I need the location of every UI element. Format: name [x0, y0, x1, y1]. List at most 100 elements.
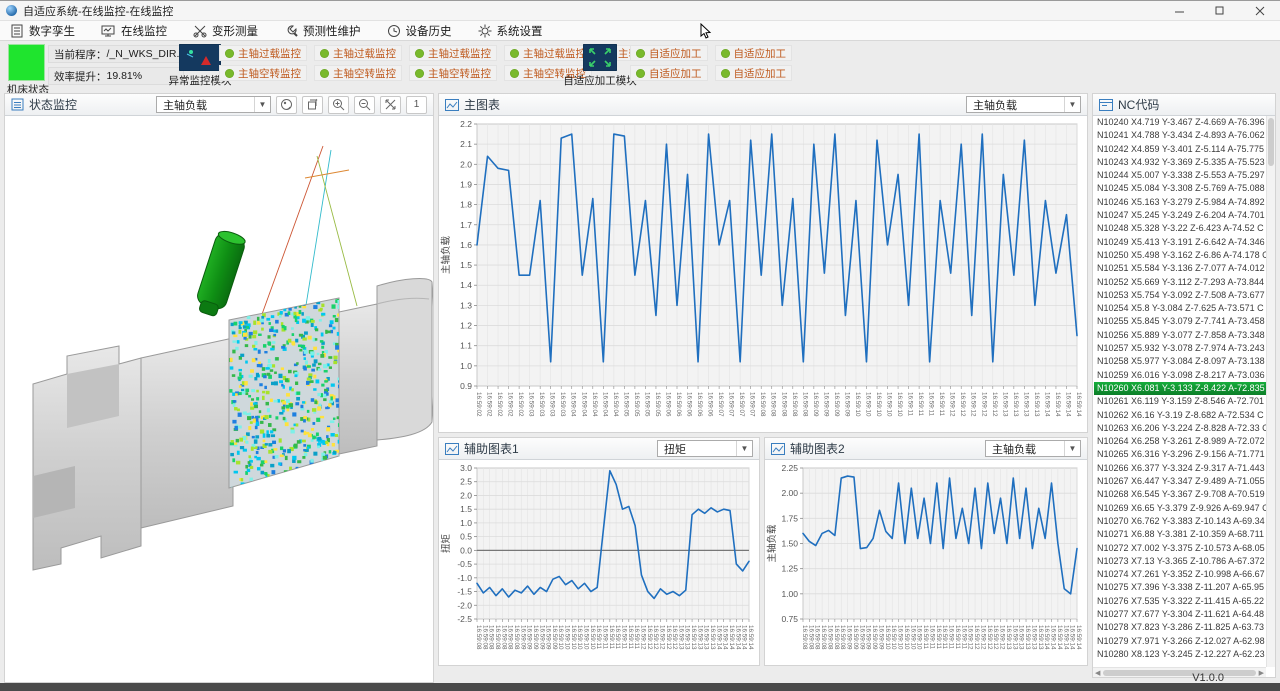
menu-online-monitor[interactable]: 在线监控	[101, 23, 167, 39]
adaptive-machining-button[interactable]: 自适应加工	[715, 65, 793, 81]
svg-text:16:59:14: 16:59:14	[734, 625, 741, 650]
svg-text:16:59:10: 16:59:10	[896, 392, 903, 417]
nc-code-line[interactable]: N10262 X6.16 Y-3.19 Z-8.682 A-72.534 C	[1094, 409, 1266, 422]
maximize-button[interactable]	[1200, 1, 1240, 21]
nc-code-line[interactable]: N10246 X5.163 Y-3.279 Z-5.984 A-74.892	[1094, 196, 1266, 209]
aux-chart1-plot[interactable]: -2.5-2.0-1.5-1.0-0.50.00.51.01.52.02.53.…	[439, 460, 759, 665]
scroll-right-arrow-icon[interactable]: ▶	[1259, 669, 1264, 677]
menu-digital-twin[interactable]: 数字孪生	[10, 23, 75, 39]
palette-button[interactable]	[276, 96, 297, 114]
machine-part-3d-view[interactable]	[5, 116, 433, 682]
nc-code-line[interactable]: N10243 X4.932 Y-3.369 Z-5.335 A-75.523	[1094, 156, 1266, 169]
minimize-button[interactable]	[1160, 1, 1200, 21]
nc-code-line[interactable]: N10277 X7.677 Y-3.304 Z-11.621 A-64.48	[1094, 608, 1266, 621]
nc-code-line[interactable]: N10272 X7.002 Y-3.375 Z-10.573 A-68.05	[1094, 542, 1266, 555]
nc-code-line[interactable]: N10261 X6.119 Y-3.159 Z-8.546 A-72.701	[1094, 395, 1266, 408]
nc-code-line[interactable]: N10251 X5.584 Y-3.136 Z-7.077 A-74.012	[1094, 262, 1266, 275]
nc-code-line[interactable]: N10266 X6.377 Y-3.324 Z-9.317 A-71.443	[1094, 462, 1266, 475]
view-signal-dropdown[interactable]: 主轴负载▼	[156, 96, 271, 113]
zoom-out-button[interactable]	[354, 96, 375, 114]
nc-code-line[interactable]: N10249 X5.413 Y-3.191 Z-6.642 A-74.346	[1094, 236, 1266, 249]
svg-text:16:59:08: 16:59:08	[507, 625, 514, 650]
nc-code-line[interactable]: N10241 X4.788 Y-3.434 Z-4.893 A-76.062	[1094, 129, 1266, 142]
fit-view-button[interactable]	[380, 96, 401, 114]
nc-code-line[interactable]: N10242 X4.859 Y-3.401 Z-5.114 A-75.775	[1094, 143, 1266, 156]
nc-code-line[interactable]: N10250 X5.498 Y-3.162 Z-6.86 A-74.178 C	[1094, 249, 1266, 262]
nc-code-line[interactable]: N10255 X5.845 Y-3.079 Z-7.741 A-73.458	[1094, 315, 1266, 328]
nc-code-line[interactable]: N10244 X5.007 Y-3.338 Z-5.553 A-75.297	[1094, 169, 1266, 182]
nc-code-line[interactable]: N10258 X5.977 Y-3.084 Z-8.097 A-73.138	[1094, 355, 1266, 368]
nc-code-line[interactable]: N10269 X6.65 Y-3.379 Z-9.926 A-69.947 C	[1094, 502, 1266, 515]
line-chart-icon	[445, 99, 459, 111]
nc-code-line[interactable]: N10254 X5.8 Y-3.084 Z-7.625 A-73.571 C	[1094, 302, 1266, 315]
nc-code-line[interactable]: N10276 X7.535 Y-3.322 Z-11.415 A-65.22	[1094, 595, 1266, 608]
adaptive-machining-button[interactable]: 自适应加工	[630, 45, 708, 61]
workpiece-3d-model	[33, 279, 433, 570]
spindle-idle-monitor-button[interactable]: 主轴空转监控	[219, 65, 307, 81]
svg-text:16:59:03: 16:59:03	[559, 392, 566, 417]
nc-code-line[interactable]: N10278 X7.823 Y-3.286 Z-11.825 A-63.73	[1094, 621, 1266, 634]
spindle-overload-monitor-button[interactable]: 主轴过载监控	[314, 45, 402, 61]
nc-horizontal-scrollbar[interactable]: ◀ ▶	[1093, 667, 1266, 677]
nc-code-line[interactable]: N10256 X5.889 Y-3.077 Z-7.858 A-73.348	[1094, 329, 1266, 342]
nc-code-line[interactable]: N10274 X7.261 Y-3.352 Z-10.998 A-66.67	[1094, 568, 1266, 581]
nc-code-line[interactable]: N10245 X5.084 Y-3.308 Z-5.769 A-75.088	[1094, 182, 1266, 195]
rotate-view-button[interactable]	[302, 96, 323, 114]
nc-code-line[interactable]: N10267 X6.447 Y-3.347 Z-9.489 A-71.055	[1094, 475, 1266, 488]
svg-text:16:59:02: 16:59:02	[475, 392, 482, 417]
spindle-overload-monitor-button[interactable]: 主轴过载监控	[219, 45, 307, 61]
main-chart-plot[interactable]: 0.91.01.11.21.31.41.51.61.71.81.92.02.12…	[439, 116, 1087, 432]
page-indicator[interactable]: 1	[406, 96, 427, 114]
svg-text:16:59:06: 16:59:06	[664, 392, 671, 417]
aux-chart2-signal-dropdown[interactable]: 主轴负载▼	[985, 440, 1081, 457]
nc-code-line[interactable]: N10271 X6.88 Y-3.381 Z-10.359 A-68.711	[1094, 528, 1266, 541]
svg-text:-2.5: -2.5	[457, 614, 472, 624]
menu-deform-measure[interactable]: 变形测量	[193, 23, 258, 39]
nc-code-line[interactable]: N10268 X6.545 Y-3.367 Z-9.708 A-70.519	[1094, 488, 1266, 501]
svg-text:16:59:08: 16:59:08	[488, 625, 495, 650]
nc-code-line[interactable]: N10259 X6.016 Y-3.098 Z-8.217 A-73.036	[1094, 369, 1266, 382]
nc-code-line-active[interactable]: N10260 X6.081 Y-3.133 Z-8.422 A-72.835	[1094, 382, 1266, 395]
nc-code-line[interactable]: N10280 X8.123 Y-3.245 Z-12.227 A-62.23	[1094, 648, 1266, 661]
adaptive-machining-button[interactable]: 自适应加工	[715, 45, 793, 61]
menu-predictive-maintenance[interactable]: 预测性维护	[284, 23, 361, 39]
nc-code-line[interactable]: N10270 X6.762 Y-3.383 Z-10.143 A-69.34	[1094, 515, 1266, 528]
main-chart-signal-dropdown[interactable]: 主轴负载▼	[966, 96, 1081, 113]
svg-text:16:59:08: 16:59:08	[481, 625, 488, 650]
svg-text:1.0: 1.0	[460, 518, 472, 528]
svg-text:16:59:12: 16:59:12	[646, 625, 653, 650]
close-button[interactable]	[1240, 1, 1280, 21]
nc-code-line[interactable]: N10279 X7.971 Y-3.266 Z-12.027 A-62.98	[1094, 635, 1266, 648]
nc-code-line[interactable]: N10265 X6.316 Y-3.296 Z-9.156 A-71.771	[1094, 448, 1266, 461]
aux-chart2-panel: 辅助图表2 主轴负载▼ 0.751.001.251.501.752.002.25…	[764, 437, 1088, 666]
nc-code-line[interactable]: N10240 X4.719 Y-3.467 Z-4.669 A-76.396	[1094, 116, 1266, 129]
spindle-idle-monitor-button[interactable]: 主轴空转监控	[314, 65, 402, 81]
aux-chart2-plot[interactable]: 0.751.001.251.501.752.002.2516:59:0816:5…	[765, 460, 1087, 665]
nc-code-line[interactable]: N10253 X5.754 Y-3.092 Z-7.508 A-73.677	[1094, 289, 1266, 302]
device-history-icon	[387, 24, 401, 38]
nc-code-line[interactable]: N10257 X5.932 Y-3.078 Z-7.974 A-73.243	[1094, 342, 1266, 355]
svg-text:16:59:08: 16:59:08	[780, 392, 787, 417]
aux-chart1-signal-dropdown[interactable]: 扭矩▼	[657, 440, 753, 457]
spindle-idle-monitor-button[interactable]: 主轴空转监控	[409, 65, 497, 81]
nc-code-line[interactable]: N10248 X5.328 Y-3.22 Z-6.423 A-74.52 C	[1094, 222, 1266, 235]
spindle-overload-monitor-button[interactable]: 主轴过载监控	[409, 45, 497, 61]
nc-vertical-scrollbar[interactable]	[1266, 116, 1275, 667]
scroll-left-arrow-icon[interactable]: ◀	[1095, 669, 1100, 677]
nc-code-line[interactable]: N10273 X7.13 Y-3.365 Z-10.786 A-67.372	[1094, 555, 1266, 568]
nc-code-line[interactable]: N10263 X6.206 Y-3.224 Z-8.828 A-72.33 C	[1094, 422, 1266, 435]
nc-code-line[interactable]: N10264 X6.258 Y-3.261 Z-8.989 A-72.072	[1094, 435, 1266, 448]
zoom-in-button[interactable]	[328, 96, 349, 114]
nc-code-line[interactable]: N10252 X5.669 Y-3.112 Z-7.293 A-73.844	[1094, 276, 1266, 289]
nc-code-line[interactable]: N10247 X5.245 Y-3.249 Z-6.204 A-74.701	[1094, 209, 1266, 222]
menu-device-history[interactable]: 设备历史	[387, 23, 452, 39]
svg-text:16:59:14: 16:59:14	[1043, 392, 1050, 417]
menu-system-settings[interactable]: 系统设置	[478, 23, 543, 39]
nc-code-line[interactable]: N10275 X7.396 Y-3.338 Z-11.207 A-65.95	[1094, 581, 1266, 594]
line-chart-icon	[771, 443, 785, 455]
svg-text:16:59:10: 16:59:10	[583, 625, 590, 650]
svg-text:16:59:02: 16:59:02	[496, 392, 503, 417]
svg-text:16:59:13: 16:59:13	[1033, 392, 1040, 417]
adaptive-machining-button[interactable]: 自适应加工	[630, 65, 708, 81]
svg-text:1.3: 1.3	[460, 300, 472, 310]
